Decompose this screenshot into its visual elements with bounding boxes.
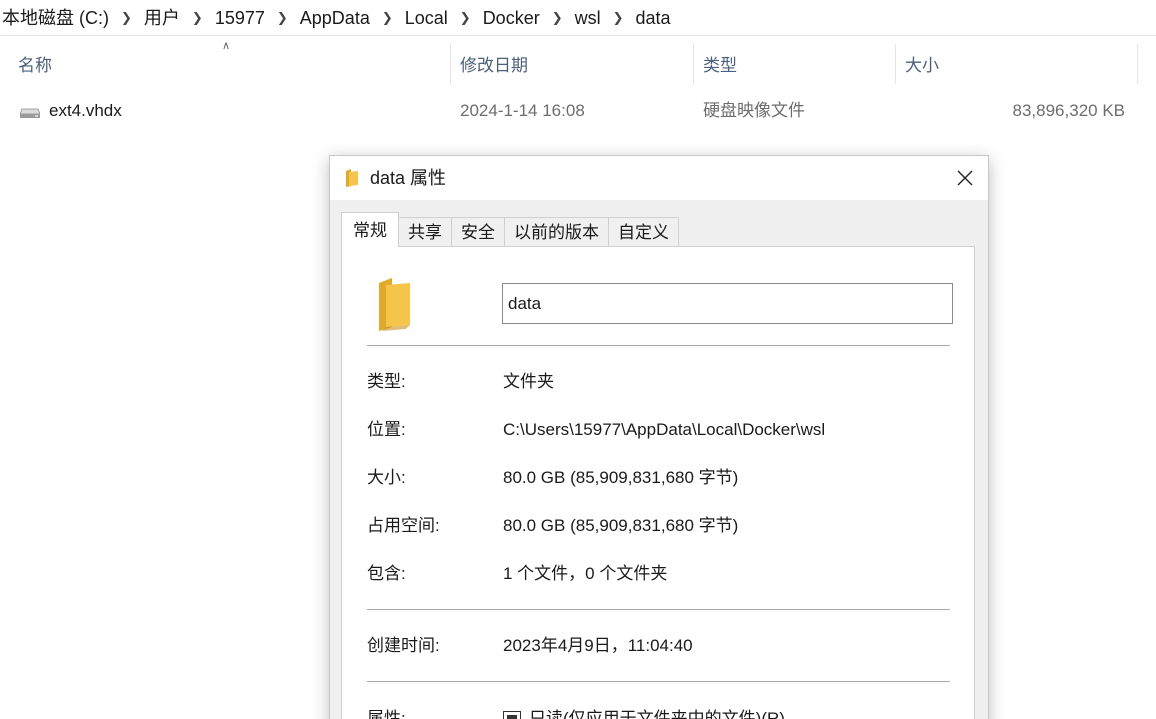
file-type: 硬盘映像文件	[703, 101, 805, 120]
dialog-tabs: 常规 共享 安全 以前的版本 自定义	[341, 212, 679, 247]
folder-name-input[interactable]	[502, 283, 953, 324]
close-button[interactable]	[948, 162, 982, 194]
attributes-label: 属性:	[367, 709, 406, 719]
chevron-right-icon[interactable]: ❯	[188, 0, 207, 36]
tab-sharing[interactable]: 共享	[398, 217, 452, 247]
tab-customize[interactable]: 自定义	[608, 217, 679, 247]
dialog-title: data 属性	[370, 168, 447, 188]
location-value[interactable]: C:\Users\15977\AppData\Local\Docker\wsl	[503, 418, 825, 442]
location-label: 位置:	[367, 420, 406, 439]
chevron-right-icon[interactable]: ❯	[456, 0, 475, 36]
breadcrumb-item-drive[interactable]: 本地磁盘 (C:)	[0, 0, 117, 36]
file-size: 83,896,320 KB	[1012, 101, 1125, 120]
folder-icon	[379, 278, 410, 331]
created-value: 2023年4月9日，11:04:40	[503, 636, 693, 655]
column-modified[interactable]: 修改日期	[460, 44, 528, 88]
column-divider[interactable]	[693, 44, 694, 84]
explorer-window: 本地磁盘 (C:) ❯ 用户 ❯ 15977 ❯ AppData ❯ Local…	[0, 0, 1156, 719]
divider	[367, 609, 950, 610]
column-size[interactable]: 大小	[905, 44, 939, 88]
file-name[interactable]: ext4.vhdx	[49, 92, 122, 130]
column-divider[interactable]	[1137, 44, 1138, 84]
disk-image-icon	[20, 108, 40, 118]
breadcrumb-item-appdata[interactable]: AppData	[292, 0, 378, 36]
chevron-right-icon[interactable]: ❯	[378, 0, 397, 36]
chevron-right-icon[interactable]: ❯	[609, 0, 628, 36]
general-panel: 类型: 文件夹 位置: C:\Users\15977\AppData\Local…	[341, 246, 975, 719]
column-divider[interactable]	[450, 44, 451, 84]
folder-icon	[346, 169, 358, 187]
breadcrumb-item-users[interactable]: 用户	[136, 0, 188, 36]
column-name[interactable]: 名称	[18, 44, 52, 88]
divider	[367, 681, 950, 682]
close-icon	[957, 170, 973, 186]
tab-previous-versions[interactable]: 以前的版本	[504, 217, 609, 247]
column-header: ∧ 名称 修改日期 类型 大小	[0, 40, 1156, 88]
column-type[interactable]: 类型	[703, 44, 737, 88]
file-row[interactable]: ext4.vhdx 2024-1-14 16:08 硬盘映像文件 83,896,…	[0, 92, 1156, 130]
breadcrumb-item-user[interactable]: 15977	[207, 0, 273, 36]
created-label: 创建时间:	[367, 636, 440, 655]
breadcrumb-item-wsl[interactable]: wsl	[567, 0, 609, 36]
tab-security[interactable]: 安全	[451, 217, 505, 247]
type-value: 文件夹	[503, 372, 554, 391]
chevron-right-icon[interactable]: ❯	[548, 0, 567, 36]
size-label: 大小:	[367, 468, 406, 487]
size-value: 80.0 GB (85,909,831,680 字节)	[503, 468, 739, 487]
tab-general[interactable]: 常规	[341, 212, 399, 247]
disk-usage-label: 占用空间:	[367, 516, 440, 535]
dialog-title-bar[interactable]: data 属性	[330, 156, 988, 200]
disk-usage-value: 80.0 GB (85,909,831,680 字节)	[503, 516, 739, 535]
type-label: 类型:	[367, 372, 406, 391]
file-modified: 2024-1-14 16:08	[460, 101, 585, 120]
readonly-label[interactable]: 只读(仅应用于文件夹中的文件)(R)	[529, 707, 785, 719]
chevron-right-icon[interactable]: ❯	[117, 0, 136, 36]
properties-dialog: data 属性 常规 共享 安全 以前的版本 自定义 类型: 文件夹	[329, 155, 989, 719]
breadcrumb: 本地磁盘 (C:) ❯ 用户 ❯ 15977 ❯ AppData ❯ Local…	[0, 0, 1156, 36]
contains-value: 1 个文件，0 个文件夹	[503, 564, 668, 583]
breadcrumb-item-docker[interactable]: Docker	[475, 0, 548, 36]
sort-ascending-icon: ∧	[222, 40, 231, 52]
breadcrumb-item-local[interactable]: Local	[397, 0, 456, 36]
column-divider[interactable]	[895, 44, 896, 84]
breadcrumb-item-data[interactable]: data	[628, 0, 679, 36]
readonly-checkbox[interactable]	[503, 711, 521, 719]
chevron-right-icon[interactable]: ❯	[273, 0, 292, 36]
divider	[367, 345, 950, 346]
contains-label: 包含:	[367, 564, 406, 583]
